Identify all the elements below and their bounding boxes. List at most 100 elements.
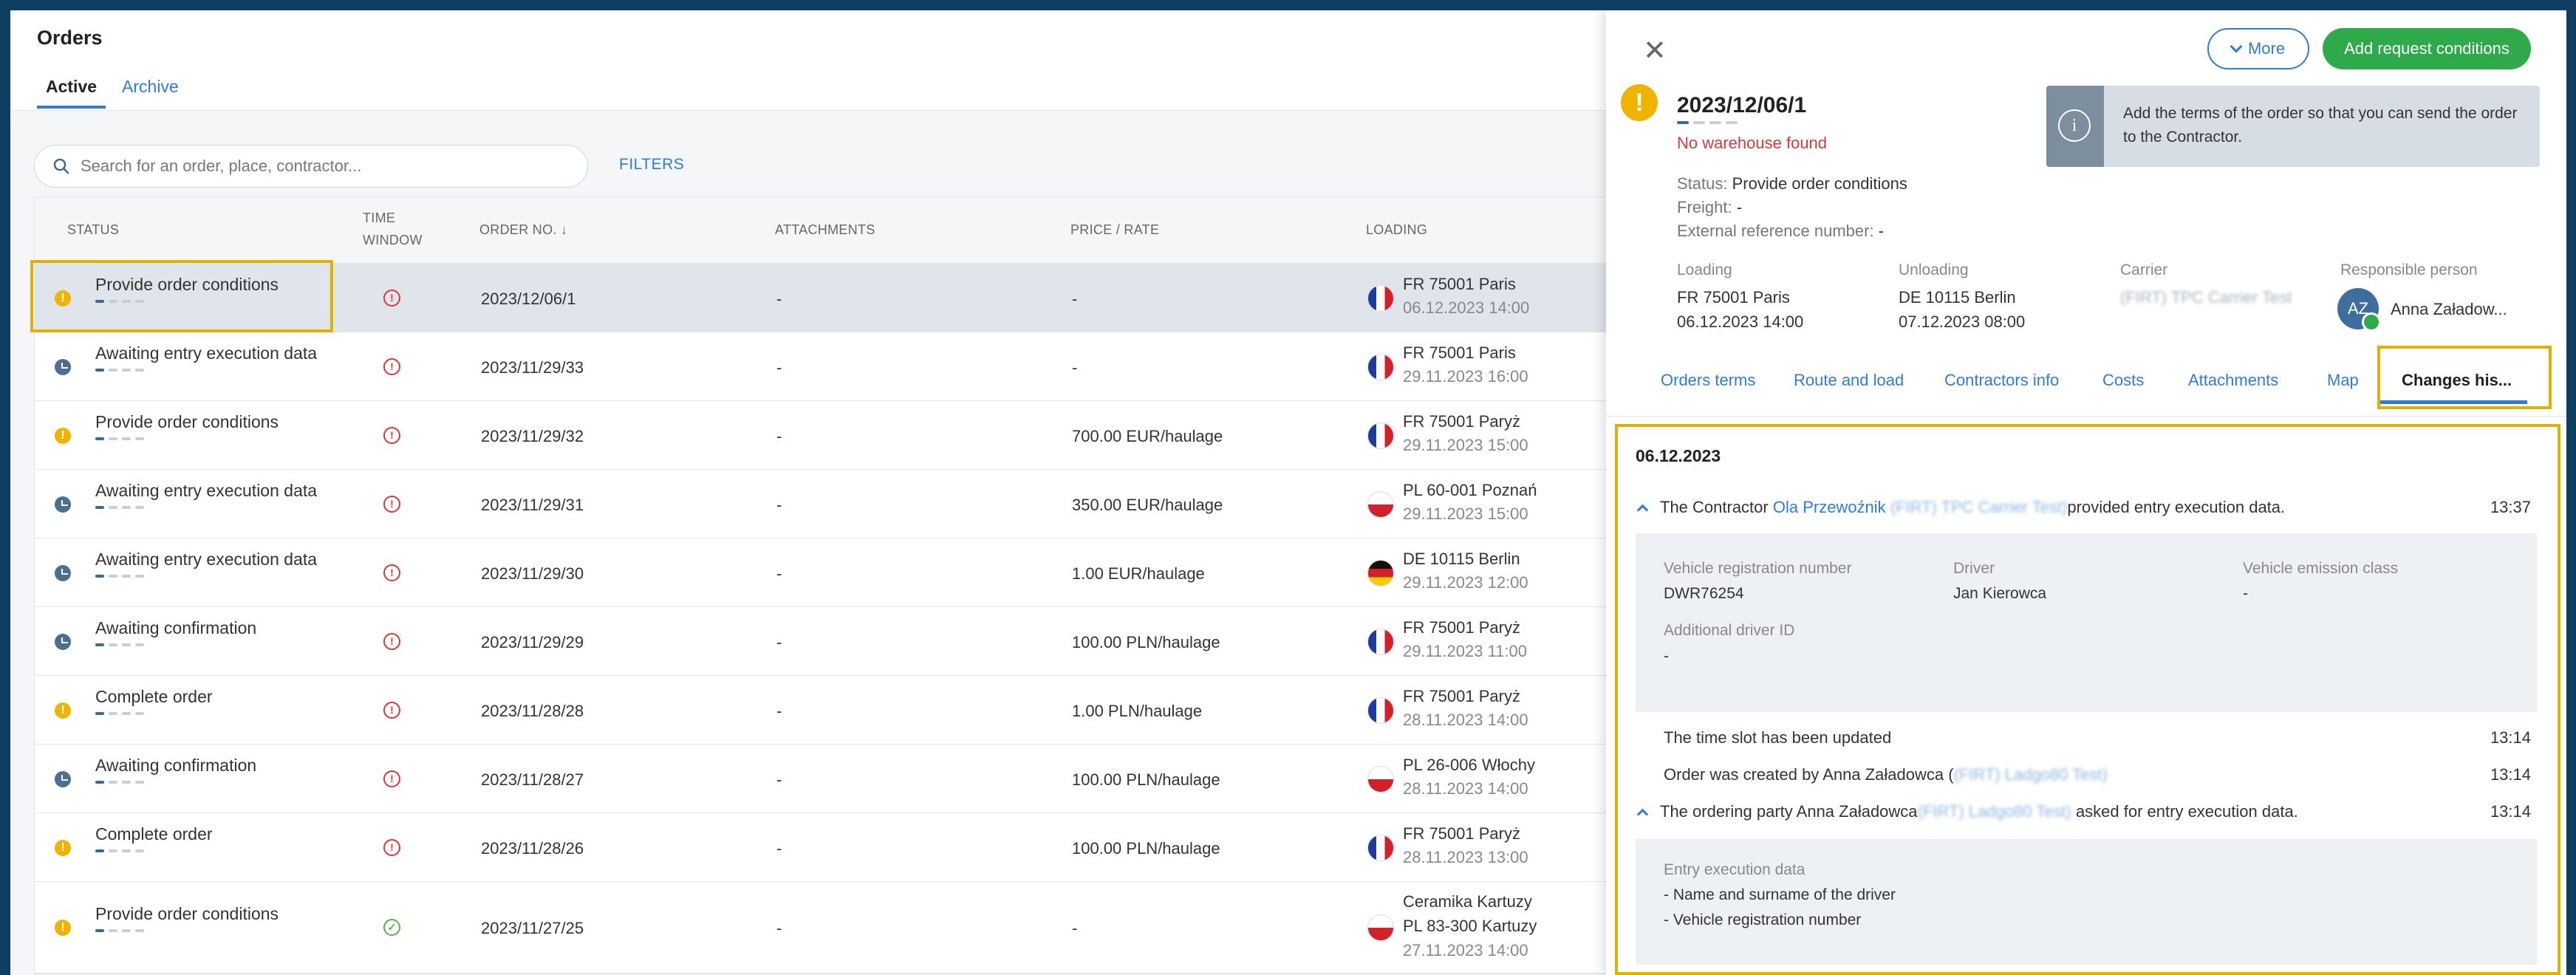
order-detail-panel: ✕ More Add request conditions ! 2023/12/… xyxy=(1606,10,2566,975)
loading-place: FR 75001 Paryż xyxy=(1403,686,1520,705)
tab-orders-terms[interactable]: Orders terms xyxy=(1661,371,1755,390)
alert-circle-icon: ! xyxy=(383,495,400,513)
table-row[interactable]: Awaiting entry execution data! 2023/11/29… xyxy=(35,470,1614,538)
list-header: Orders Active Archive xyxy=(10,10,1606,111)
flag-fr-icon xyxy=(1367,834,1394,861)
flag-fr-icon xyxy=(1367,353,1394,380)
col-time-window-2[interactable]: WINDOW xyxy=(363,230,423,250)
status-progress xyxy=(95,929,144,932)
tab-map[interactable]: Map xyxy=(2327,371,2359,390)
info-banner: i Add the terms of the order so that you… xyxy=(2046,86,2540,167)
price-value: - xyxy=(1072,919,1078,937)
entry-time: 13:14 xyxy=(2490,765,2531,784)
status-label: Provide order conditions xyxy=(95,411,279,431)
table-row[interactable]: Awaiting entry execution data! 2023/11/29… xyxy=(35,538,1614,607)
attachments-value: - xyxy=(776,495,782,514)
table-row[interactable]: Awaiting entry execution data! 2023/11/29… xyxy=(35,332,1614,401)
chevron-up-icon[interactable] xyxy=(1636,504,1649,516)
loading-date: 06.12.2023 14:00 xyxy=(1677,312,1804,331)
order-number[interactable]: 2023/11/27/25 xyxy=(481,919,584,938)
warning-icon xyxy=(55,839,71,856)
warning-icon xyxy=(55,920,71,936)
attachments-value: - xyxy=(776,358,782,377)
table-row[interactable]: Complete order! 2023/11/28/26 - 100.00 PLN/… xyxy=(35,813,1614,882)
history-entry-created: Order was created by Anna Załadowca ((FI… xyxy=(1664,765,2531,784)
order-number[interactable]: 2023/11/29/31 xyxy=(481,496,584,515)
status-progress xyxy=(95,299,144,303)
order-number[interactable]: 2023/11/28/26 xyxy=(481,839,584,858)
driver-value: Jan Kierowca xyxy=(1953,585,2047,602)
status-progress xyxy=(95,711,144,715)
flag-pl-icon xyxy=(1367,914,1394,941)
search-box[interactable] xyxy=(34,145,588,188)
loading-date: 29.11.2023 15:00 xyxy=(1403,504,1528,523)
alert-circle-icon: ! xyxy=(383,632,400,650)
order-number[interactable]: 2023/12/06/1 xyxy=(481,290,575,309)
tab-attachments[interactable]: Attachments xyxy=(2188,371,2278,390)
list-toolbar: FILTERS xyxy=(10,112,1606,208)
page-title: Orders xyxy=(37,27,103,49)
alert-circle-icon: ! xyxy=(383,358,400,375)
price-value: 100.00 PLN/haulage xyxy=(1072,770,1220,789)
additional-driver-value: - xyxy=(1664,648,1669,665)
table-row[interactable]: Provide order conditions! 2023/12/06/1 - - F… xyxy=(35,264,1614,332)
order-number[interactable]: 2023/11/28/28 xyxy=(481,702,584,721)
col-price[interactable]: PRICE / RATE xyxy=(1070,219,1159,240)
price-value: 100.00 PLN/haulage xyxy=(1072,838,1220,858)
contractor-link[interactable]: Ola Przewoźnik xyxy=(1773,498,1886,516)
loading-place: PL 83-300 Kartuzy xyxy=(1403,917,1537,935)
orders-app: Orders Active Archive FILTERS STATUS TIM… xyxy=(10,10,2566,975)
clock-icon xyxy=(55,564,71,581)
table-row[interactable]: Awaiting confirmation! 2023/11/28/27 - 100.… xyxy=(35,745,1614,813)
price-value: - xyxy=(1072,358,1078,377)
tab-costs[interactable]: Costs xyxy=(2102,371,2144,390)
col-status[interactable]: STATUS xyxy=(67,219,119,240)
avatar[interactable]: AZ xyxy=(2337,288,2381,332)
attachments-value: - xyxy=(776,701,782,720)
table-header: STATUS TIME WINDOW ORDER NO. ↓ ATTACHMEN… xyxy=(35,197,1614,264)
filters-button[interactable]: FILTERS xyxy=(619,156,684,174)
meta-external-ref: External reference number: - xyxy=(1677,222,1885,240)
close-icon[interactable]: ✕ xyxy=(1643,37,1667,65)
tab-changes-history[interactable]: Changes his... xyxy=(2402,371,2512,390)
list-tabs: Active Archive xyxy=(37,77,188,109)
status-label: Provide order conditions xyxy=(95,274,279,294)
order-number[interactable]: 2023/11/29/33 xyxy=(481,358,584,377)
order-number[interactable]: 2023/11/29/29 xyxy=(481,633,584,652)
alert-circle-icon: ! xyxy=(383,426,400,444)
changes-history: 06.12.2023 The Contractor Ola Przewoźnik… xyxy=(1606,424,2566,975)
loading-place: PL 26-006 Włochy xyxy=(1403,755,1535,774)
flag-fr-icon xyxy=(1367,697,1394,724)
table-row[interactable]: Provide order conditions ✓ 2023/11/27/25 - -… xyxy=(35,882,1614,974)
col-time-window-1[interactable]: TIME xyxy=(363,208,395,228)
active-tab-underline xyxy=(2379,400,2527,404)
more-button[interactable]: More xyxy=(2207,28,2309,69)
table-row[interactable]: Awaiting confirmation! 2023/11/29/29 - 100.… xyxy=(35,607,1614,676)
order-number[interactable]: 2023/11/28/27 xyxy=(481,770,584,790)
loading-date: 29.11.2023 12:00 xyxy=(1403,572,1528,592)
add-request-conditions-button[interactable]: Add request conditions xyxy=(2323,28,2531,69)
search-input[interactable] xyxy=(81,157,539,176)
chevron-up-icon[interactable] xyxy=(1636,808,1649,821)
col-loading[interactable]: LOADING xyxy=(1366,219,1427,240)
tab-active[interactable]: Active xyxy=(37,77,106,109)
status-label: Complete order xyxy=(95,824,213,844)
table-row[interactable]: Complete order! 2023/11/28/28 - 1.00 PLN/ha… xyxy=(35,676,1614,745)
tab-route-and-load[interactable]: Route and load xyxy=(1794,371,1904,390)
flag-fr-icon xyxy=(1367,284,1394,312)
tab-contractors-info[interactable]: Contractors info xyxy=(1944,371,2059,390)
order-number[interactable]: 2023/11/29/32 xyxy=(481,427,584,446)
tab-archive[interactable]: Archive xyxy=(113,77,188,109)
price-value: 1.00 PLN/haulage xyxy=(1072,701,1203,720)
col-attachments[interactable]: ATTACHMENTS xyxy=(775,219,875,240)
flag-pl-icon xyxy=(1367,490,1394,518)
panel-tabs: Orders terms Route and load Contractors … xyxy=(1606,358,2566,417)
loading-date: 27.11.2023 14:00 xyxy=(1403,941,1528,959)
history-entry-ordering-party: The ordering party Anna Załadowca(FIRT) … xyxy=(1636,802,2552,821)
order-number[interactable]: 2023/11/29/30 xyxy=(481,564,584,584)
table-row[interactable]: Provide order conditions! 2023/11/29/32 - 7… xyxy=(35,401,1614,470)
emission-value: - xyxy=(2243,585,2248,602)
orders-table: STATUS TIME WINDOW ORDER NO. ↓ ATTACHMEN… xyxy=(34,196,1615,974)
emission-label: Vehicle emission class xyxy=(2243,560,2399,577)
col-order-no[interactable]: ORDER NO. ↓ xyxy=(479,219,567,240)
